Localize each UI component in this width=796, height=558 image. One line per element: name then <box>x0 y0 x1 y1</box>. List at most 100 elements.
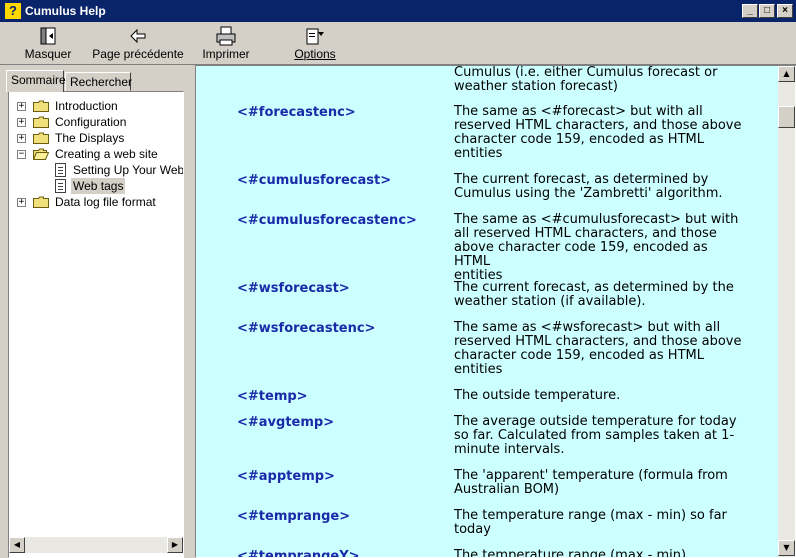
description-line: so far. Calculated from samples taken at… <box>454 428 735 443</box>
folder-icon <box>33 116 49 128</box>
tab-contents[interactable]: Sommaire <box>6 70 66 92</box>
back-arrow-icon <box>92 26 184 46</box>
tree-item-configuration[interactable]: + Configuration <box>15 114 183 130</box>
folder-icon <box>33 196 49 208</box>
page-icon <box>55 179 66 193</box>
description-line: The temperature range (max - min) <box>454 548 687 558</box>
tree-item-label: Introduction <box>55 99 118 113</box>
tree-item-label: The Displays <box>55 131 125 145</box>
title-bar: ? Cumulus Help _ □ × <box>0 0 796 22</box>
tree-item-label: Configuration <box>55 115 127 129</box>
description-line: minute intervals. <box>454 442 565 457</box>
tree-item-label: Creating a web site <box>55 147 158 161</box>
tag-name-temp: <#temp> <box>237 389 308 404</box>
tag-description-cumulusforecastenc: The same as <#cumulusforecast> but with a… <box>454 213 744 283</box>
contents-tree-panel: + Introduction + Configuration + The Dis… <box>8 91 184 558</box>
description-line: weather station (if available). <box>454 294 646 309</box>
tag-name-cumulusforecast: <#cumulusforecast> <box>237 173 392 188</box>
description-line: entities <box>454 362 503 377</box>
contents-tree: + Introduction + Configuration + The Dis… <box>15 98 183 536</box>
tag-name-wsforecastenc: <#wsforecastenc> <box>237 321 376 336</box>
collapse-icon[interactable]: − <box>17 150 26 159</box>
tree-item-label: Data log file format <box>55 195 156 209</box>
description-line: The current forecast, as determined by t… <box>454 280 734 295</box>
help-content-pane: Cumulus (i.e. either Cumulus forecast or… <box>195 65 796 558</box>
hide-button[interactable]: Masquer <box>22 24 74 62</box>
description-line: today <box>454 522 491 537</box>
tag-description-wsforecastenc: The same as <#wsforecast> but with all re… <box>454 321 744 377</box>
tree-item-introduction[interactable]: + Introduction <box>15 98 183 114</box>
folder-icon <box>33 100 49 112</box>
tree-item-creating-a-web-site[interactable]: − Creating a web site <box>15 146 183 162</box>
tag-name-forecastenc: <#forecastenc> <box>237 105 356 120</box>
tag-name-cumulusforecastenc: <#cumulusforecastenc> <box>237 213 417 228</box>
expand-icon[interactable]: + <box>17 102 26 111</box>
tree-item-web-tags[interactable]: Web tags <box>15 178 183 194</box>
description-line: reserved HTML characters, and those abov… <box>454 118 742 133</box>
folder-icon <box>33 132 49 144</box>
tag-description-temprangey: The temperature range (max - min) <box>454 549 744 558</box>
tag-description-cumulusforecast: The current forecast, as determined by Cu… <box>454 173 744 201</box>
expand-icon[interactable]: + <box>17 134 26 143</box>
description-line: The 'apparent' temperature (formula from <box>454 468 728 483</box>
tag-description-wsforecast: The current forecast, as determined by t… <box>454 281 744 309</box>
tree-item-the-displays[interactable]: + The Displays <box>15 130 183 146</box>
hide-pane-icon <box>22 26 74 46</box>
description-line: entities <box>454 146 503 161</box>
scroll-left-button[interactable]: ◀ <box>9 537 25 553</box>
tree-item-label: Setting Up Your Web <box>73 163 183 177</box>
description-line: all reserved HTML characters, and those <box>454 226 717 241</box>
description-line: The outside temperature. <box>454 388 621 403</box>
scroll-right-button[interactable]: ▶ <box>167 537 183 553</box>
tag-description-temprange: The temperature range (max - min) so far… <box>454 509 744 537</box>
description-line: The same as <#forecast> but with all <box>454 104 703 119</box>
back-button[interactable]: Page précédente <box>92 24 184 62</box>
tree-item-setting-up-your-web[interactable]: Setting Up Your Web <box>15 162 183 178</box>
tab-search[interactable]: Rechercher <box>65 72 132 91</box>
scroll-down-button[interactable]: ▼ <box>778 540 795 556</box>
description-line: above character code 159, encoded as HTM… <box>454 240 708 269</box>
description-line: character code 159, encoded as HTML <box>454 348 704 363</box>
tag-name-wsforecast: <#wsforecast> <box>237 281 350 296</box>
hide-label: Masquer <box>24 47 72 61</box>
options-icon <box>290 26 340 46</box>
expand-icon[interactable]: + <box>17 118 26 127</box>
scroll-up-button[interactable]: ▲ <box>778 66 795 82</box>
back-label: Page précédente <box>92 47 184 61</box>
description-line: The same as <#wsforecast> but with all <box>454 320 721 335</box>
tag-description-apptemp: The 'apparent' temperature (formula from… <box>454 469 744 497</box>
description-line: Cumulus using the 'Zambretti' algorithm. <box>454 186 723 201</box>
close-button[interactable]: × <box>777 4 793 18</box>
print-label: Imprimer <box>202 47 250 61</box>
tag-name-avgtemp: <#avgtemp> <box>237 415 335 430</box>
description-line: The temperature range (max - min) so far <box>454 508 727 523</box>
description-line: reserved HTML characters, and those abov… <box>454 334 742 349</box>
toolbar: Masquer Page précédente Imprimer Options <box>0 22 796 65</box>
maximize-button[interactable]: □ <box>759 4 775 18</box>
tree-item-data-log-file-format[interactable]: + Data log file format <box>15 194 183 210</box>
description-line: character code 159, encoded as HTML <box>454 132 704 147</box>
web-tags-list: Cumulus (i.e. either Cumulus forecast or… <box>196 65 779 558</box>
window-title: Cumulus Help <box>25 4 106 18</box>
expand-icon[interactable]: + <box>17 198 26 207</box>
tree-horizontal-scrollbar[interactable]: ◀ ▶ <box>9 537 183 553</box>
tag-name-apptemp: <#apptemp> <box>237 469 335 484</box>
description-line: The same as <#cumulusforecast> but with <box>454 212 739 227</box>
tag-name-temprangey: <#temprangeY> <box>237 549 360 558</box>
print-button[interactable]: Imprimer <box>200 24 252 62</box>
scroll-thumb[interactable] <box>778 106 795 128</box>
description-line: The current forecast, as determined by <box>454 172 709 187</box>
tree-item-label: Web tags <box>71 178 126 194</box>
minimize-button[interactable]: _ <box>742 4 758 18</box>
options-label: Options <box>294 47 336 61</box>
tag-name-temprange: <#temprange> <box>237 509 351 524</box>
printer-icon <box>200 26 252 46</box>
tag-description-avgtemp: The average outside temperature for toda… <box>454 415 744 457</box>
content-vertical-scrollbar[interactable]: ▲ ▼ <box>778 66 795 557</box>
description-line: The average outside temperature for toda… <box>454 414 737 429</box>
top-fragment: Cumulus (i.e. either Cumulus forecast or… <box>454 65 718 94</box>
navigation-pane: Sommaire Rechercher + Introduction + Con… <box>0 65 188 558</box>
options-button[interactable]: Options <box>290 24 340 62</box>
pane-splitter[interactable] <box>188 65 195 558</box>
open-folder-icon <box>33 148 49 160</box>
